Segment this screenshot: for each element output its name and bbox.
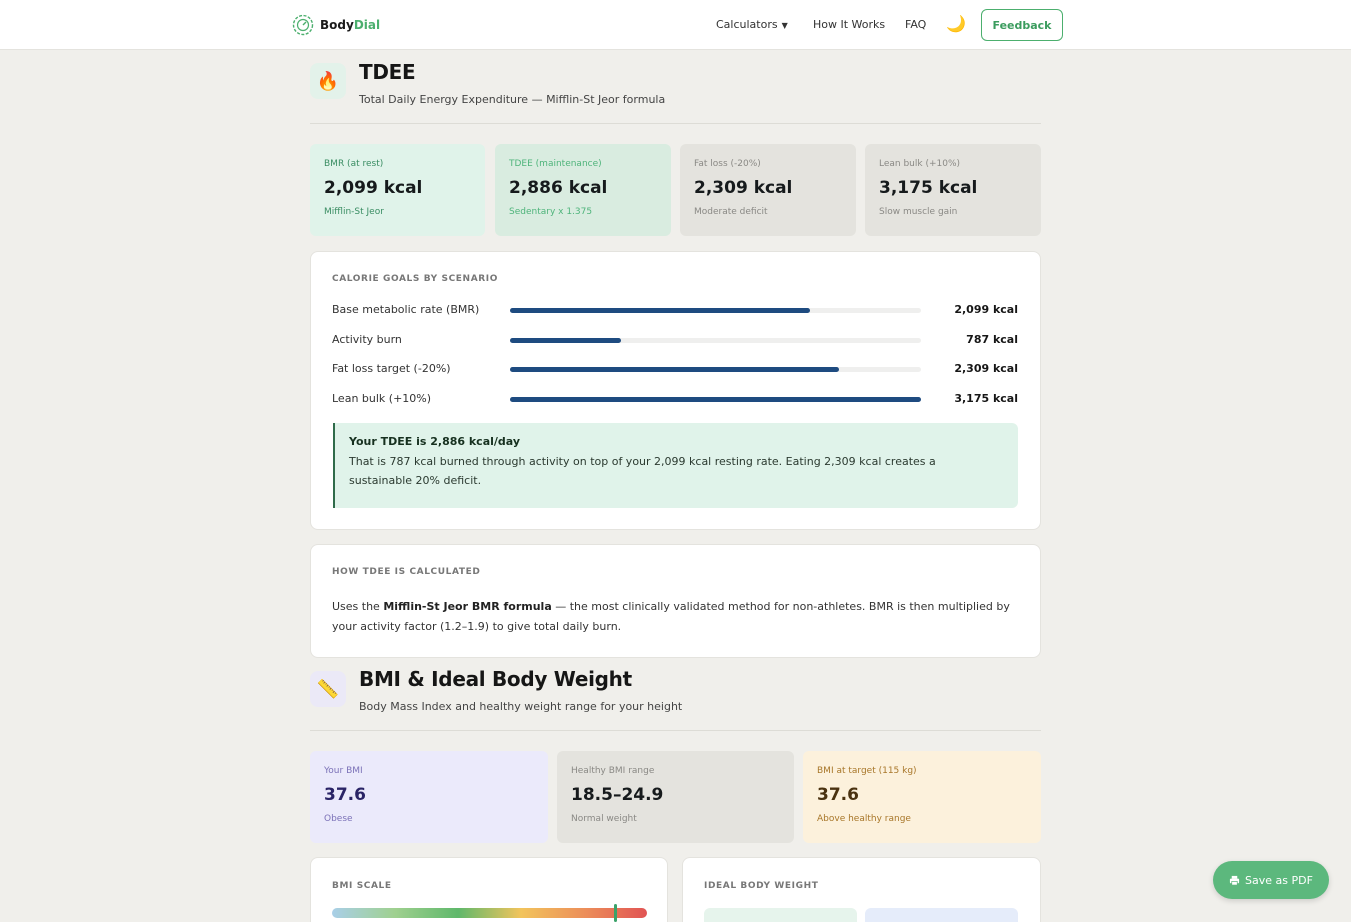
- stat-card-healthy-range: Healthy BMI range 18.5–24.9 Normal weigh…: [557, 751, 794, 843]
- goal-row: Activity burn 787 kcal: [332, 333, 1018, 346]
- bmi-scale-bar: [332, 908, 647, 918]
- nav-calculators[interactable]: Calculators ▼: [716, 18, 788, 31]
- stat-card-tdee: TDEE (maintenance) 2,886 kcal Sedentary …: [495, 144, 671, 236]
- feedback-button[interactable]: Feedback: [981, 9, 1063, 41]
- panel-title: IDEAL BODY WEIGHT: [704, 881, 819, 891]
- divider: [310, 730, 1041, 731]
- section-title-bmi: BMI & Ideal Body Weight: [359, 667, 632, 691]
- stat-card-your-bmi: Your BMI 37.6 Obese: [310, 751, 548, 843]
- how-calculated-text: Uses the Mifflin-St Jeor BMR formula — t…: [332, 600, 1010, 633]
- nav-faq[interactable]: FAQ: [905, 18, 926, 31]
- panel-title: HOW TDEE IS CALCULATED: [332, 567, 481, 577]
- tdee-summary-callout: Your TDEE is 2,886 kcal/day That is 787 …: [333, 423, 1018, 508]
- panel-title: BMI SCALE: [332, 881, 392, 891]
- fire-icon: 🔥: [310, 63, 346, 99]
- ideal-weight-card: [865, 908, 1018, 922]
- goal-bar: [510, 367, 839, 372]
- top-navbar: BodyDial Calculators ▼ How It Works FAQ 🌙…: [0, 0, 1351, 50]
- stat-card-lean-bulk: Lean bulk (+10%) 3,175 kcal Slow muscle …: [865, 144, 1041, 236]
- save-as-pdf-button[interactable]: Save as PDF: [1213, 861, 1329, 899]
- brand-name: BodyDial: [320, 18, 381, 32]
- divider: [310, 123, 1041, 124]
- chevron-down-icon: ▼: [781, 21, 788, 30]
- brand-logo[interactable]: BodyDial: [292, 14, 380, 36]
- stat-card-fat-loss: Fat loss (-20%) 2,309 kcal Moderate defi…: [680, 144, 856, 236]
- dial-icon: [292, 14, 314, 36]
- section-subtitle-tdee: Total Daily Energy Expenditure — Mifflin…: [359, 93, 666, 106]
- goal-bar: [510, 397, 921, 402]
- dark-mode-toggle-icon[interactable]: 🌙: [946, 14, 966, 33]
- nav-how-it-works[interactable]: How It Works: [813, 18, 885, 31]
- section-title-tdee: TDEE: [359, 60, 416, 84]
- goal-bar: [510, 308, 811, 313]
- goal-bar: [510, 338, 621, 343]
- printer-icon: [1229, 875, 1240, 885]
- goal-row: Base metabolic rate (BMR) 2,099 kcal: [332, 303, 1018, 316]
- bmi-marker: [614, 904, 617, 922]
- goal-row: Fat loss target (-20%) 2,309 kcal: [332, 362, 1018, 375]
- goal-row: Lean bulk (+10%) 3,175 kcal: [332, 392, 1018, 405]
- ideal-weight-card: [704, 908, 857, 922]
- stat-card-bmr: BMR (at rest) 2,099 kcal Mifflin-St Jeor: [310, 144, 485, 236]
- section-subtitle-bmi: Body Mass Index and healthy weight range…: [359, 700, 683, 713]
- ruler-icon: 📏: [310, 671, 346, 707]
- stat-card-bmi-at-target: BMI at target (115 kg) 37.6 Above health…: [803, 751, 1041, 843]
- panel-title: CALORIE GOALS BY SCENARIO: [332, 274, 498, 284]
